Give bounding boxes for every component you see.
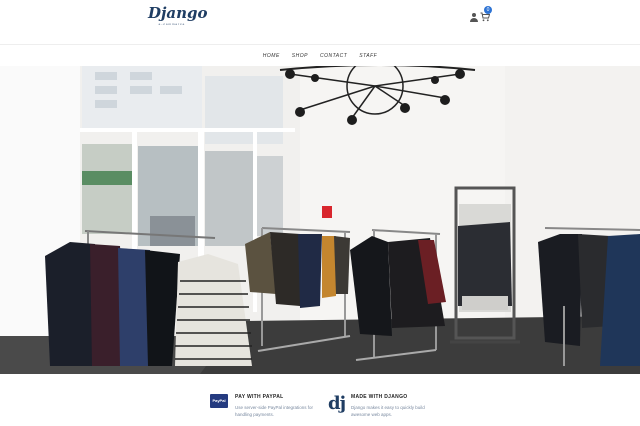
logo-text: Django xyxy=(148,4,208,22)
site-logo[interactable]: Django e-commerce xyxy=(148,4,208,26)
features-section: PayPal PAY WITH PAYPAL Use server-side P… xyxy=(0,374,640,426)
hero-image xyxy=(0,66,640,374)
logo-subtext: e-commerce xyxy=(158,22,186,26)
site-header: Django e-commerce 0 xyxy=(0,0,640,45)
django-icon: dj xyxy=(328,393,346,414)
main-nav: HOME SHOP CONTACT STAFF xyxy=(0,50,640,62)
nav-home[interactable]: HOME xyxy=(263,50,280,62)
nav-shop[interactable]: SHOP xyxy=(292,50,308,62)
feature-title: MADE WITH DJANGO xyxy=(351,394,408,400)
feature-title: PAY WITH PAYPAL xyxy=(235,394,284,400)
user-icon[interactable] xyxy=(470,13,478,23)
feature-text: Django makes it easy to quickly build aw… xyxy=(351,405,425,417)
nav-staff[interactable]: STAFF xyxy=(359,50,377,62)
feature-text: Use server-side PayPal integrations for … xyxy=(235,405,314,417)
paypal-icon: PayPal xyxy=(210,394,228,408)
cart-count-badge: 0 xyxy=(484,6,492,14)
nav-contact[interactable]: CONTACT xyxy=(320,50,347,62)
